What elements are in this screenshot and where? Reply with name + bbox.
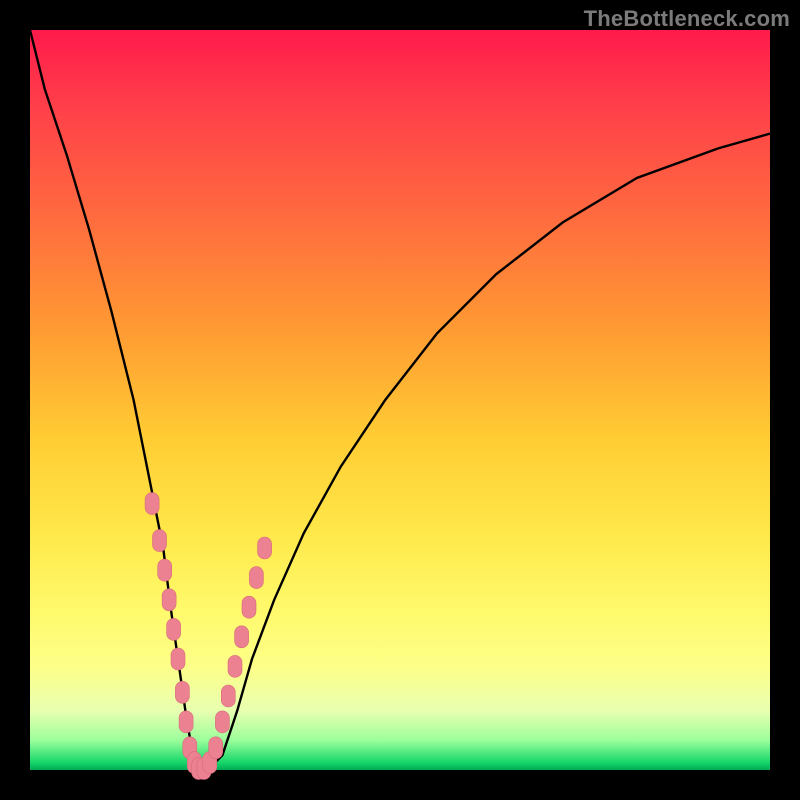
sample-marker (209, 737, 223, 759)
sample-marker (242, 596, 256, 618)
sample-marker (158, 559, 172, 581)
sample-marker (153, 530, 167, 552)
sample-marker (221, 685, 235, 707)
marker-group (145, 493, 272, 780)
watermark-text: TheBottleneck.com (584, 6, 790, 32)
sample-marker (258, 537, 272, 559)
sample-marker (175, 681, 189, 703)
sample-marker (235, 626, 249, 648)
sample-marker (179, 711, 193, 733)
sample-marker (215, 711, 229, 733)
bottleneck-curve (30, 30, 770, 770)
sample-marker (167, 618, 181, 640)
sample-marker (145, 493, 159, 515)
sample-marker (228, 655, 242, 677)
sample-marker (249, 567, 263, 589)
sample-marker (162, 589, 176, 611)
chart-svg (0, 0, 800, 800)
sample-marker (171, 648, 185, 670)
